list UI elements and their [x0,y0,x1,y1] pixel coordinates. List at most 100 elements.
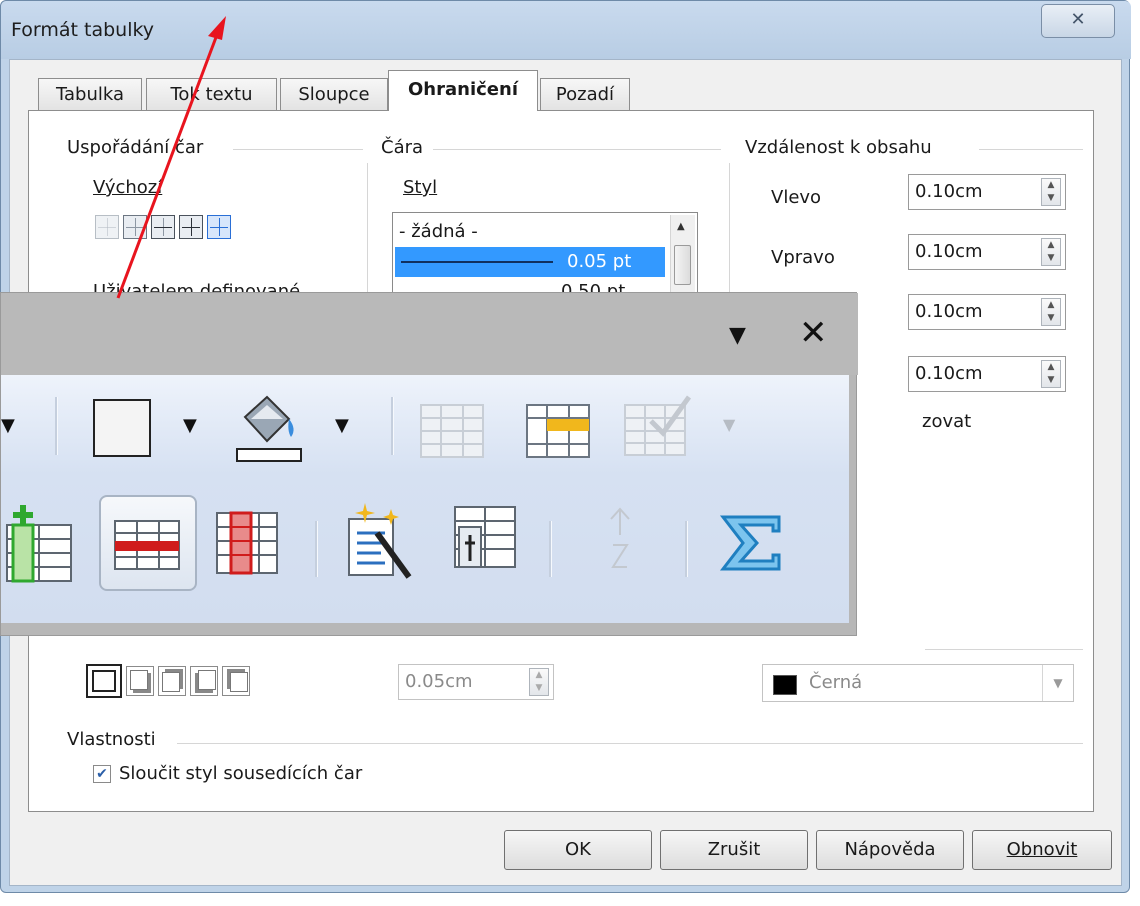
spacing-bottom-field[interactable]: 0.10cm ▲ ▼ [908,356,1066,392]
autoformat-icon[interactable] [347,499,413,581]
spin-arrows-icon[interactable]: ▲ ▼ [1041,178,1061,206]
insert-column-icon[interactable] [5,501,75,583]
shadow-width-field: 0.05cm ▲ ▼ [398,664,554,700]
separator [979,149,1083,150]
scroll-thumb[interactable] [674,245,691,285]
style-option-label: 0.05 pt [567,251,632,272]
color-value: Černá [809,672,863,693]
border-style-icon[interactable] [93,399,151,457]
spin-arrows-icon: ▲ ▼ [529,668,549,696]
spacing-left-field[interactable]: 0.10cm ▲ ▼ [908,174,1066,210]
close-button[interactable]: ✕ [1041,4,1115,38]
field-value: 0.05cm [405,671,473,692]
spin-arrows-icon[interactable]: ▲ ▼ [1041,298,1061,326]
separator [233,149,363,150]
line-heading: Čára [381,137,424,158]
merge-label: Sloučit styl sousedících čar [119,763,363,784]
tab-label: Pozadí [555,84,615,105]
tab-label: Tabulka [55,84,125,105]
reset-button[interactable]: Obnovit [972,830,1112,870]
separator [433,149,721,150]
cancel-button[interactable]: Zrušit [660,830,808,870]
separator [925,649,1083,650]
tab-label: Ohraničení [408,79,518,100]
dropdown-arrow-icon: ▼ [723,415,736,434]
table-properties-icon[interactable] [453,505,519,575]
spin-arrows-icon[interactable]: ▲ ▼ [1041,238,1061,266]
merge-cells-icon [420,404,484,458]
line-style-list[interactable]: - žádná - 0.05 pt 0.50 pt ▲ [392,212,698,302]
optimize-table-icon [624,395,692,456]
dropdown-arrow-icon[interactable]: ▼ [1,415,15,436]
table-toolbar: ▼ ✕ ▼ ▼ ▼ ▼ [0,292,858,636]
line-arrangement-heading: Uspořádání čar [67,137,204,158]
dialog-title: Formát tabulky [11,19,155,41]
toolbar-separator [549,521,552,577]
shadow-none-button[interactable] [86,664,122,698]
chevron-down-icon: ▼ [1042,665,1073,701]
dropdown-arrow-icon[interactable]: ▼ [335,415,349,436]
list-scrollbar[interactable]: ▲ [670,215,695,299]
sort-icon [610,507,630,568]
sum-icon[interactable] [719,513,785,573]
properties-heading: Vlastnosti [67,729,156,750]
delete-row-button[interactable] [99,495,197,591]
style-label: Styl [403,177,438,198]
shadow-top-left-button[interactable] [222,666,250,696]
toolbar-separator [315,521,318,577]
shadow-bottom-left-button[interactable] [190,666,218,696]
field-value: 0.10cm [915,241,983,262]
shadow-top-right-button[interactable] [158,666,186,696]
toolbar-separator [391,397,394,455]
spin-arrows-icon[interactable]: ▲ ▼ [1041,360,1061,388]
tab-label: Tok textu [170,84,253,105]
default-label: Výchozí [93,177,163,198]
line-sample [401,261,553,263]
right-label: Vpravo [771,247,835,268]
spacing-heading: Vzdálenost k obsahu [745,137,932,158]
preset-outer-horizontal[interactable] [151,215,175,239]
ok-button[interactable]: OK [504,830,652,870]
separator [177,743,1083,744]
tab-pozadi[interactable]: Pozadí [540,78,630,110]
style-option-none[interactable]: - žádná - [395,217,669,247]
tab-label: Sloupce [298,84,370,105]
tab-sloupce[interactable]: Sloupce [280,78,388,110]
spacing-top-field[interactable]: 0.10cm ▲ ▼ [908,294,1066,330]
tab-tok-textu[interactable]: Tok textu [146,78,277,110]
merge-checkbox[interactable]: ✔ [93,765,111,783]
toolbar-body: ▼ ▼ ▼ ▼ [1,375,849,623]
toolbar-separator [55,397,58,455]
reset-label: Obnovit [1006,839,1078,860]
preset-no-border[interactable] [95,215,119,239]
delete-row-icon [114,520,180,570]
field-value: 0.10cm [915,301,983,322]
dropdown-arrow-icon[interactable]: ▼ [183,415,197,436]
split-cells-icon[interactable] [525,403,591,459]
help-button[interactable]: Nápověda [816,830,964,870]
toolbar-title-bar: ▼ ✕ [1,293,858,375]
tab-tabulka[interactable]: Tabulka [38,78,142,110]
toolbar-close-icon[interactable]: ✕ [799,313,828,353]
color-swatch [773,675,797,695]
field-value: 0.10cm [915,181,983,202]
checkmark-icon: ✔ [96,766,108,782]
title-bar: Formát tabulky ✕ [1,1,1131,59]
delete-column-icon[interactable] [215,511,281,577]
shadow-color-dropdown: Černá ▼ [762,664,1074,702]
left-label: Vlevo [771,187,822,208]
preset-outer-border[interactable] [123,215,147,239]
shadow-bottom-right-button[interactable] [126,666,154,696]
toolbar-separator [685,521,688,577]
tab-ohraniceni[interactable]: Ohraničení [388,70,538,111]
field-value: 0.10cm [915,363,983,384]
preset-all-borders[interactable] [179,215,203,239]
style-option-selected[interactable]: 0.05 pt [395,247,665,277]
spacing-right-field[interactable]: 0.10cm ▲ ▼ [908,234,1066,270]
preset-outer-inner-border[interactable] [207,215,231,239]
toolbar-menu-icon[interactable]: ▼ [729,323,746,348]
fill-bucket-icon[interactable] [231,387,307,467]
close-icon: ✕ [1070,9,1086,30]
synchronize-label: zovat [922,411,972,432]
scroll-up-icon: ▲ [677,221,685,232]
